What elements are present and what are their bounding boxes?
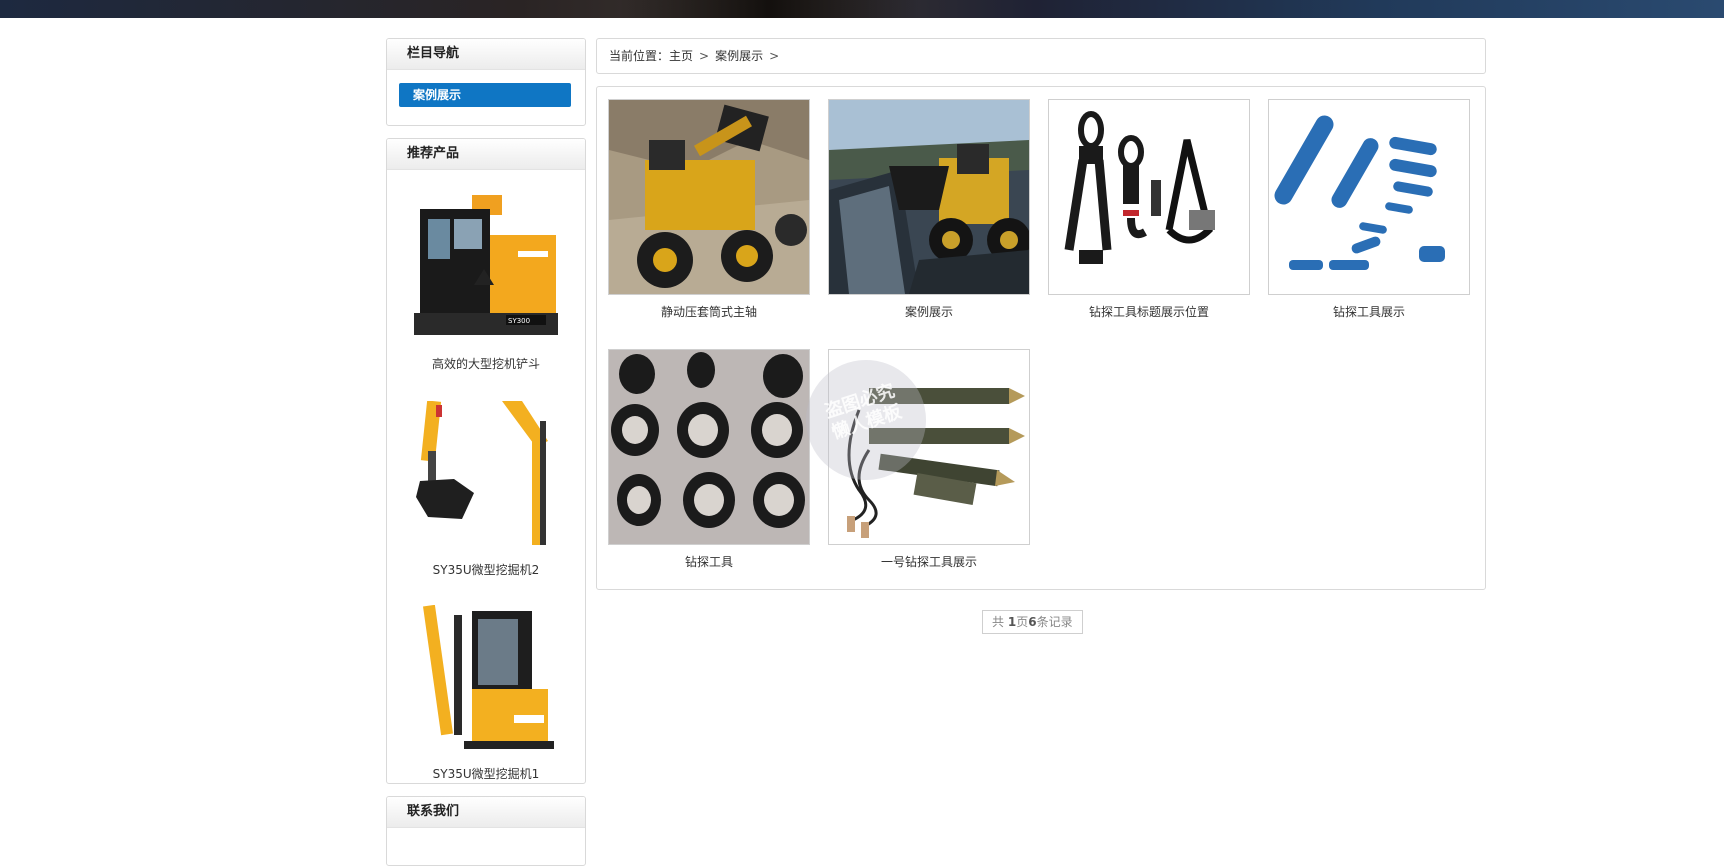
side-product-3-name[interactable]: SY35U微型挖掘机1: [387, 765, 585, 782]
recommend-panel-title: 推荐产品: [387, 139, 585, 170]
probe-tools-icon[interactable]: [828, 349, 1030, 545]
breadcrumb-home-link[interactable]: 主页: [669, 49, 693, 63]
contact-panel-title: 联系我们: [387, 797, 585, 828]
lifting-hooks-icon[interactable]: [1048, 99, 1250, 295]
case-card-4-title[interactable]: 钻探工具展示: [1268, 303, 1470, 320]
side-product-1[interactable]: SY300 高效的大型挖机铲斗: [387, 195, 585, 372]
pagination: 共 1页6条记录: [982, 610, 1083, 634]
case-card-6[interactable]: 一号钻探工具展示: [828, 349, 1030, 570]
recommend-panel: 推荐产品 SY300 高效的大型挖机铲斗 SY35U微型挖掘机2 SY35U微型…: [386, 138, 586, 784]
drill-bits-icon[interactable]: [608, 349, 810, 545]
case-card-6-title[interactable]: 一号钻探工具展示: [828, 553, 1030, 570]
case-card-2[interactable]: 案例展示: [828, 99, 1030, 320]
wheel-loader-quarry-icon[interactable]: [608, 99, 810, 295]
case-card-5-title[interactable]: 钻探工具: [608, 553, 810, 570]
wheel-loader-coal-icon[interactable]: [828, 99, 1030, 295]
side-product-1-name[interactable]: 高效的大型挖机铲斗: [387, 355, 585, 372]
case-grid: 静动压套筒式主轴 案例展示 钻探工具标题展示位置 钻探工具展示 钻探工具 一号钻…: [596, 86, 1486, 590]
mini-excavator-icon[interactable]: [414, 605, 558, 749]
pager-page-count: 1: [1007, 615, 1017, 629]
excavator-arm-icon[interactable]: [414, 401, 558, 545]
case-card-3[interactable]: 钻探工具标题展示位置: [1048, 99, 1250, 320]
top-banner: [0, 0, 1724, 18]
case-card-4[interactable]: 钻探工具展示: [1268, 99, 1470, 320]
excavator-cab-icon[interactable]: SY300: [414, 195, 558, 339]
side-product-2[interactable]: SY35U微型挖掘机2: [387, 401, 585, 578]
case-card-2-title[interactable]: 案例展示: [828, 303, 1030, 320]
pager-prefix: 共: [992, 615, 1008, 629]
pager-record-count: 6: [1028, 615, 1037, 629]
banner-glare: [620, 0, 920, 18]
nav-panel: 栏目导航 案例展示: [386, 38, 586, 126]
case-card-1-title[interactable]: 静动压套筒式主轴: [608, 303, 810, 320]
nav-panel-title: 栏目导航: [387, 39, 585, 70]
blue-pins-icon[interactable]: [1268, 99, 1470, 295]
contact-panel: 联系我们: [386, 796, 586, 866]
case-card-1[interactable]: 静动压套筒式主轴: [608, 99, 810, 320]
breadcrumb: 当前位置：主页 > 案例展示 >: [596, 38, 1486, 74]
case-card-5[interactable]: 钻探工具: [608, 349, 810, 570]
pager-page-unit: 页: [1016, 615, 1029, 629]
breadcrumb-prefix: 当前位置：: [609, 49, 670, 63]
breadcrumb-current-link[interactable]: 案例展示: [715, 49, 763, 63]
breadcrumb-separator: >: [699, 49, 710, 63]
svg-text:SY300: SY300: [508, 317, 530, 325]
breadcrumb-separator: >: [769, 49, 780, 63]
side-product-2-name[interactable]: SY35U微型挖掘机2: [387, 561, 585, 578]
pager-record-unit: 条记录: [1036, 615, 1073, 629]
side-product-3[interactable]: SY35U微型挖掘机1: [387, 605, 585, 782]
nav-item-case-showcase[interactable]: 案例展示: [399, 83, 571, 107]
case-card-3-title[interactable]: 钻探工具标题展示位置: [1048, 303, 1250, 320]
